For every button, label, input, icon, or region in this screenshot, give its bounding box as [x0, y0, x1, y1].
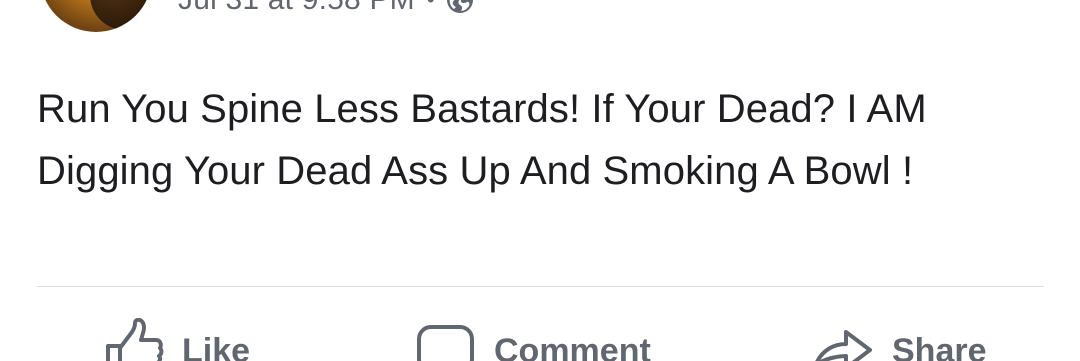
share-label: Share: [892, 332, 987, 361]
like-label: Like: [182, 332, 251, 361]
avatar-shadow: [90, 0, 152, 30]
post-text: Run You Spine Less Bastards! If Your Dea…: [37, 87, 927, 193]
share-button[interactable]: Share: [812, 318, 987, 361]
thumbs-up-icon: [106, 318, 164, 361]
action-divider: [37, 286, 1044, 287]
comment-bubble-icon: [417, 325, 474, 361]
share-arrow-icon: [815, 330, 872, 361]
post-card: Jul 31 at 9:58 PM • Run You Spine Less B…: [0, 0, 1080, 361]
meta-separator: •: [427, 0, 435, 13]
comment-label: Comment: [494, 332, 651, 361]
post-meta: Jul 31 at 9:58 PM •: [178, 0, 475, 20]
like-button[interactable]: Like: [104, 318, 250, 361]
globe-icon[interactable]: [445, 0, 475, 15]
avatar[interactable]: [40, 0, 152, 32]
comment-button[interactable]: Comment: [416, 318, 651, 361]
post-actions-bar: Like Comment Share: [0, 318, 1080, 361]
post-timestamp[interactable]: Jul 31 at 9:58 PM: [178, 0, 415, 17]
